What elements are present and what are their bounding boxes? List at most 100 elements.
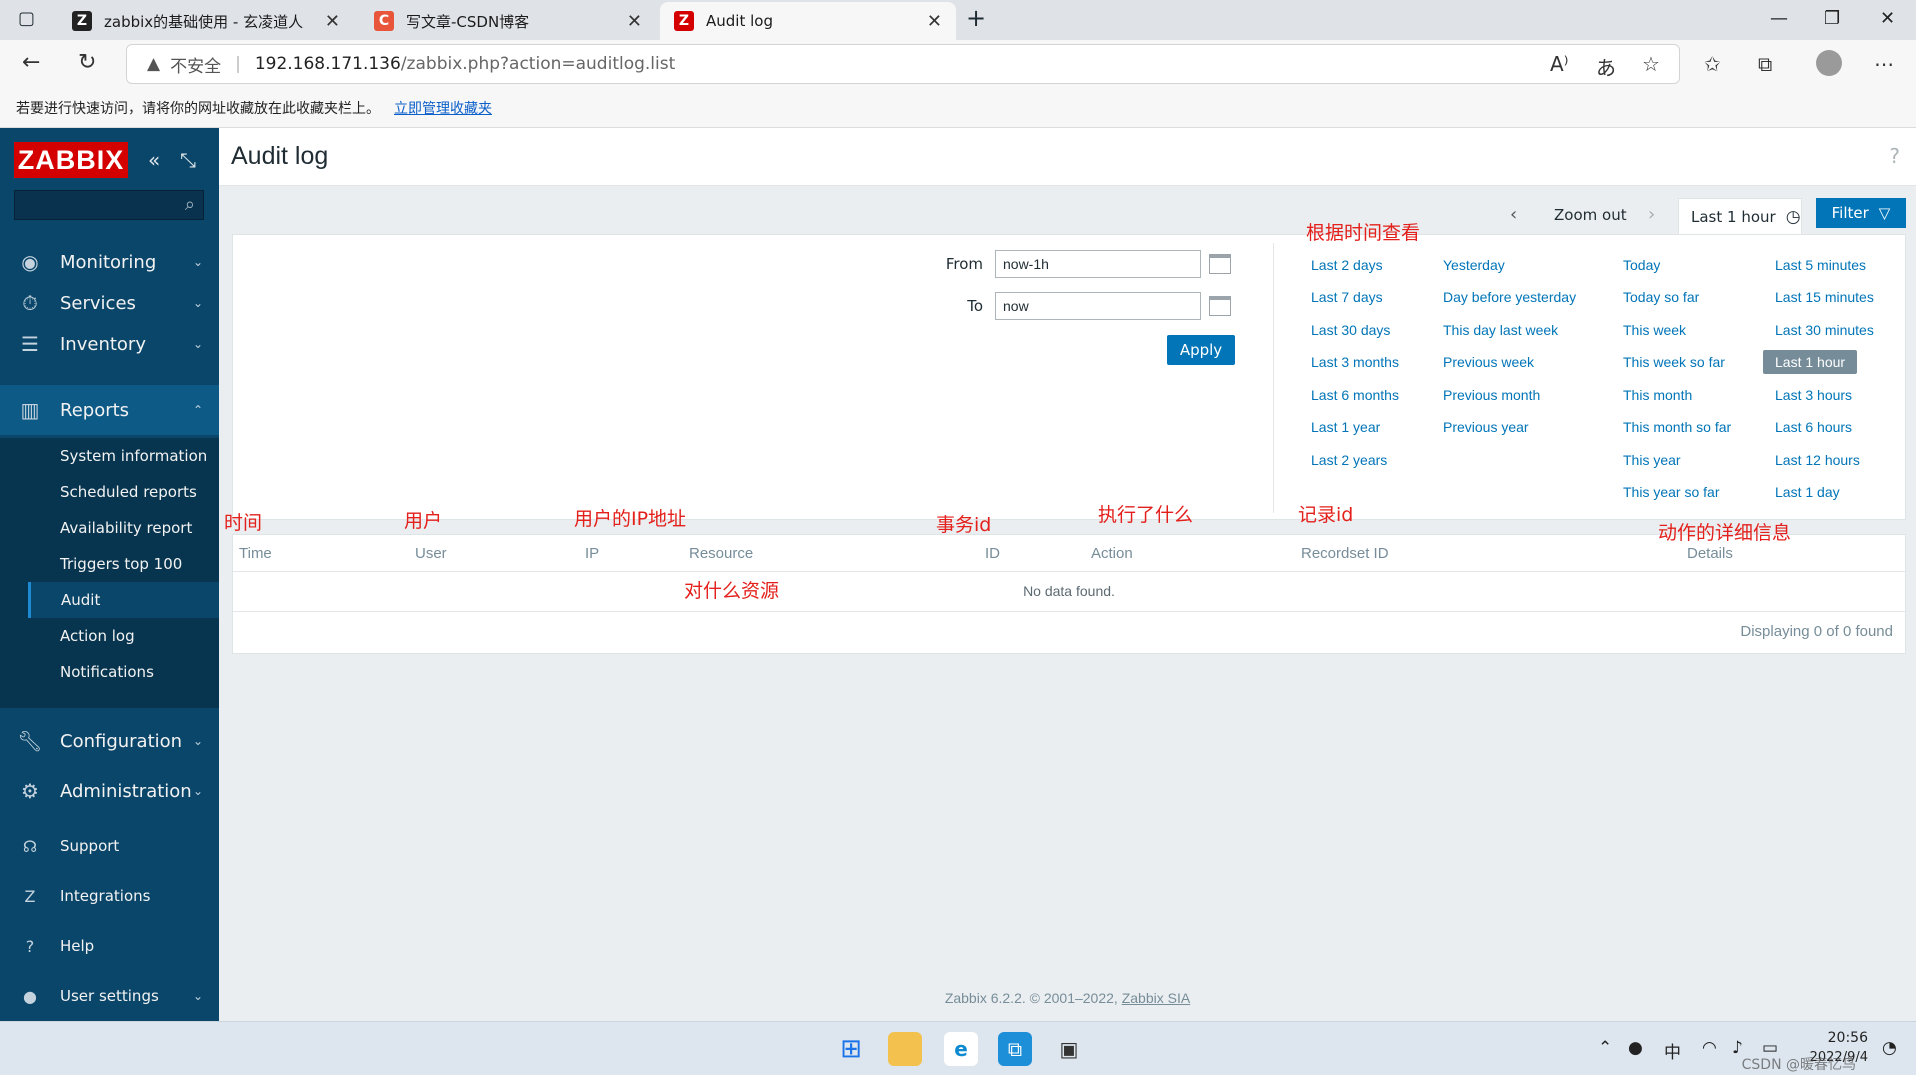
menu-support[interactable]: ☊ Support — [0, 826, 219, 866]
zoom-out-button[interactable]: Zoom out — [1554, 206, 1627, 224]
back-icon[interactable]: ← — [22, 50, 40, 75]
close-icon[interactable]: ✕ — [325, 11, 340, 32]
chevron-left-icon[interactable]: ‹ — [1510, 204, 1517, 225]
refresh-icon[interactable]: ↻ — [78, 50, 96, 75]
submenu-audit[interactable]: Audit — [28, 582, 219, 618]
close-icon[interactable]: ✕ — [927, 11, 942, 32]
eye-icon: ◉ — [21, 250, 39, 274]
quick-range-link[interactable]: Last 12 hours — [1775, 452, 1860, 468]
ime-indicator[interactable]: 中 — [1664, 1038, 1681, 1063]
sidebar-search-input[interactable]: ⌕ — [14, 190, 204, 220]
more-icon[interactable]: ⋯ — [1874, 52, 1894, 76]
quick-range-link[interactable]: Previous month — [1443, 387, 1540, 403]
quick-range-link[interactable]: Last 5 minutes — [1775, 257, 1866, 273]
add-favorite-icon[interactable]: ☆ — [1642, 52, 1660, 76]
tab-actions-icon[interactable]: ▢ — [18, 8, 35, 29]
to-input[interactable]: now — [995, 292, 1201, 320]
quick-range-link[interactable]: This month so far — [1623, 419, 1731, 435]
url-input[interactable]: ▲ 不安全 | 192.168.171.136 /zabbix.php?acti… — [126, 44, 1680, 84]
profile-avatar[interactable] — [1816, 50, 1842, 76]
remote-desktop-icon[interactable]: ▣ — [1052, 1032, 1086, 1066]
close-icon[interactable]: ✕ — [627, 11, 642, 32]
chevron-up-icon[interactable]: ⌃ — [1598, 1038, 1612, 1058]
quick-range-link[interactable]: Last 7 days — [1311, 289, 1383, 305]
kiosk-mode-icon[interactable]: ⤡ — [180, 148, 196, 172]
apply-button[interactable]: Apply — [1167, 335, 1235, 365]
quick-range-link[interactable]: This week so far — [1623, 354, 1725, 370]
file-explorer-icon[interactable] — [888, 1032, 922, 1066]
menu-inventory[interactable]: ☰ Inventory ⌄ — [0, 319, 219, 369]
quick-range-link[interactable]: Last 6 months — [1311, 387, 1399, 403]
quick-range-link[interactable]: This year so far — [1623, 484, 1719, 500]
quick-range-link[interactable]: Last 3 hours — [1775, 387, 1852, 403]
quick-range-link[interactable]: Previous year — [1443, 419, 1529, 435]
read-aloud-icon[interactable]: A⁾ — [1550, 52, 1569, 76]
insecure-label[interactable]: 不安全 — [170, 52, 221, 77]
manage-favorites-link[interactable]: 立即管理收藏夹 — [394, 98, 492, 118]
quick-range-link[interactable]: Today so far — [1623, 289, 1699, 305]
wifi-icon[interactable]: ◠ — [1702, 1038, 1717, 1058]
submenu-system-information[interactable]: System information — [28, 438, 219, 474]
quick-range-link[interactable]: Last 3 months — [1311, 354, 1399, 370]
quick-range-link-selected[interactable]: Last 1 hour — [1763, 350, 1858, 374]
calendar-icon[interactable] — [1209, 254, 1231, 274]
quick-range-link[interactable]: Last 1 day — [1775, 484, 1840, 500]
submenu-availability-report[interactable]: Availability report — [28, 510, 219, 546]
quick-range-link[interactable]: Day before yesterday — [1443, 289, 1576, 305]
quick-range-link[interactable]: Last 30 days — [1311, 322, 1390, 338]
quick-range-link[interactable]: This month — [1623, 387, 1692, 403]
menu-reports[interactable]: ▥ Reports ⌃ — [0, 385, 219, 435]
quick-range-link[interactable]: Today — [1623, 257, 1660, 273]
zabbix-logo[interactable]: ZABBIX — [14, 142, 128, 178]
filter-tab-button[interactable]: Filter ▽ — [1816, 198, 1906, 228]
vmware-icon[interactable]: ⧉ — [998, 1032, 1032, 1066]
menu-label: Monitoring — [60, 251, 157, 273]
favorites-icon[interactable]: ✩ — [1704, 52, 1721, 76]
taskbar-time[interactable]: 20:56 — [1828, 1030, 1868, 1046]
submenu-action-log[interactable]: Action log — [28, 618, 219, 654]
quick-range-link[interactable]: Yesterday — [1443, 257, 1505, 273]
quick-range-link[interactable]: Last 2 days — [1311, 257, 1383, 273]
help-icon[interactable]: ? — [1889, 144, 1900, 168]
notification-icon[interactable]: ◔ — [1882, 1038, 1897, 1058]
browser-tab-1[interactable]: Z zabbix的基础使用 - 玄凌道人 ✕ — [58, 2, 354, 40]
submenu-triggers-top-100[interactable]: Triggers top 100 — [28, 546, 219, 582]
quick-range-link[interactable]: Last 1 year — [1311, 419, 1380, 435]
collections-icon[interactable]: ⧉ — [1758, 52, 1772, 76]
quick-range-link[interactable]: This day last week — [1443, 322, 1558, 338]
calendar-icon[interactable] — [1209, 296, 1231, 316]
window-close-icon[interactable]: ✕ — [1880, 8, 1895, 29]
menu-user-settings[interactable]: ● User settings ⌄ — [0, 976, 219, 1016]
quick-range-link[interactable]: Last 30 minutes — [1775, 322, 1874, 338]
browser-tab-2[interactable]: C 写文章-CSDN博客 ✕ — [360, 2, 656, 40]
time-filter-panel: From now-1h To now Apply Last 2 days Las… — [232, 234, 1906, 520]
quick-range-link[interactable]: Last 2 years — [1311, 452, 1387, 468]
quick-range-link[interactable]: This year — [1623, 452, 1681, 468]
time-range-tab[interactable]: Last 1 hour ◷ — [1678, 198, 1802, 234]
footer-link[interactable]: Zabbix SIA — [1122, 990, 1190, 1006]
qq-icon[interactable]: ● — [1628, 1038, 1643, 1058]
menu-integrations[interactable]: Z Integrations — [0, 876, 219, 916]
search-icon[interactable]: ⌕ — [185, 194, 195, 215]
funnel-icon: ▽ — [1878, 204, 1891, 222]
minimize-icon[interactable]: — — [1770, 8, 1788, 29]
translate-icon[interactable]: あ — [1596, 52, 1616, 81]
windows-start-icon[interactable]: ⊞ — [834, 1032, 868, 1066]
collapse-sidebar-icon[interactable]: « — [148, 148, 160, 172]
quick-range-link[interactable]: Last 6 hours — [1775, 419, 1852, 435]
quick-range-link[interactable]: This week — [1623, 322, 1686, 338]
menu-administration[interactable]: ⚙ Administration ⌄ — [0, 766, 219, 816]
submenu-scheduled-reports[interactable]: Scheduled reports — [28, 474, 219, 510]
quick-range-link[interactable]: Last 15 minutes — [1775, 289, 1874, 305]
submenu-notifications[interactable]: Notifications — [28, 654, 219, 690]
menu-configuration[interactable]: 🔧︎ Configuration ⌄ — [0, 716, 219, 766]
new-tab-icon[interactable]: + — [966, 4, 986, 32]
restore-icon[interactable]: ❐ — [1824, 8, 1840, 29]
chevron-right-icon[interactable]: › — [1648, 204, 1655, 225]
menu-help[interactable]: ? Help — [0, 926, 219, 966]
watermark-text: CSDN @暖春忆鸟 — [1741, 1057, 1856, 1073]
edge-browser-icon[interactable]: e — [944, 1032, 978, 1066]
browser-tab-3[interactable]: Z Audit log ✕ — [660, 2, 956, 40]
quick-range-link[interactable]: Previous week — [1443, 354, 1534, 370]
from-input[interactable]: now-1h — [995, 250, 1201, 278]
